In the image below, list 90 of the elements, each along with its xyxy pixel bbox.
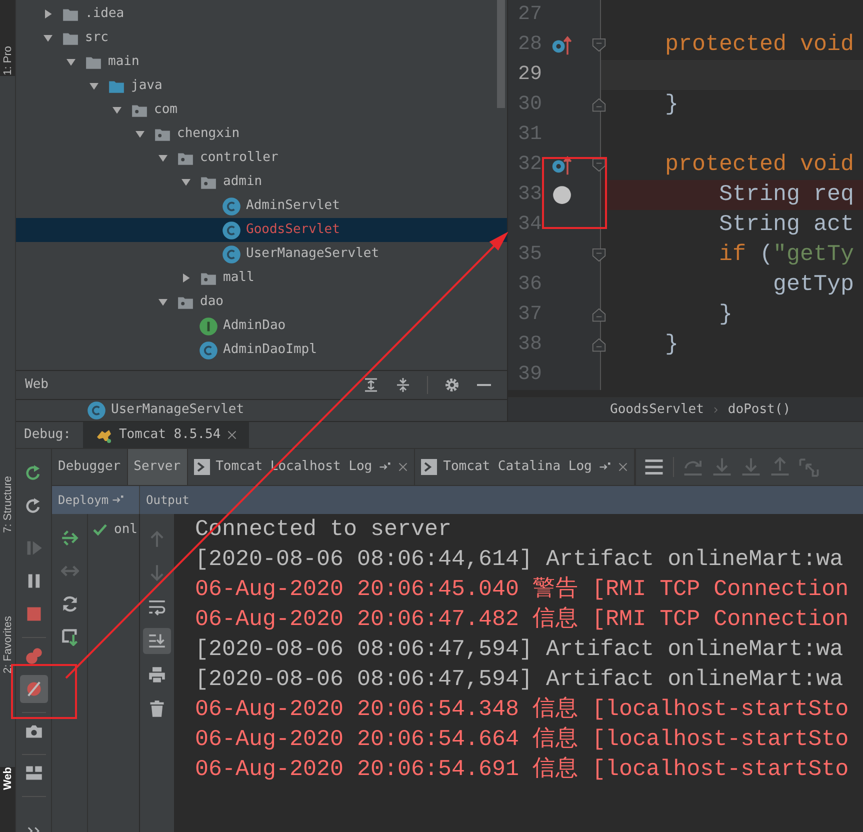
expanded-arrow-icon[interactable] [111, 104, 123, 116]
console-line: 06-Aug-2020 20:06:45.040 警告 [RMI TCP Connection [195, 575, 850, 604]
expanded-arrow-icon[interactable] [134, 128, 146, 140]
tree-item-label[interactable]: .idea [85, 4, 124, 24]
soft-wrap-icon[interactable] [148, 598, 166, 616]
tree-item-label[interactable]: GoodsServlet [246, 220, 340, 240]
panel-title: Web [25, 376, 50, 394]
class-icon [222, 196, 241, 216]
code-line: } [664, 90, 679, 120]
tree-item-label[interactable]: com [154, 100, 178, 120]
breakpoint-icon[interactable] [551, 184, 573, 206]
tree-item-label[interactable]: chengxin [177, 124, 240, 144]
debug-tab[interactable]: Server [128, 449, 188, 485]
refresh-icon[interactable] [60, 595, 78, 613]
tree-item-label[interactable]: src [85, 28, 108, 48]
class-icon [222, 220, 241, 240]
console-line: 06-Aug-2020 20:06:54.664 信息 [localhost-startSto [195, 725, 850, 754]
chevron-icon [712, 404, 720, 414]
scrollbar[interactable] [497, 0, 505, 108]
code-line: getTyp [772, 270, 854, 300]
class-icon [222, 244, 241, 264]
interface-icon [199, 316, 218, 336]
layout-icon[interactable] [24, 764, 42, 782]
sub-tab[interactable]: Output [140, 486, 196, 514]
expanded-arrow-icon[interactable] [157, 296, 169, 308]
panel-title: Debug: [23, 426, 72, 444]
collapsed-arrow-icon[interactable] [42, 8, 54, 20]
code-line: } [664, 330, 679, 360]
collapse-all-icon[interactable] [395, 377, 411, 393]
tree-item-label[interactable]: java [131, 76, 162, 96]
tree-item-label[interactable]: AdminDaoImpl [223, 340, 317, 360]
breadcrumb[interactable]: GoodsServlet [610, 400, 704, 420]
scroll-to-end-icon[interactable] [148, 632, 166, 650]
expanded-arrow-icon[interactable] [180, 176, 192, 188]
console-line: 06-Aug-2020 20:06:54.691 信息 [localhost-startSto [195, 755, 850, 784]
tree-item-label[interactable]: dao [200, 292, 224, 312]
tree-item-label[interactable]: UserManageServlet [246, 244, 380, 264]
selected-tree-row[interactable]: GoodsServlet [16, 218, 507, 242]
rerun-icon[interactable] [24, 464, 42, 482]
code-line: } [718, 300, 733, 330]
restart-icon[interactable] [24, 497, 42, 515]
console-line: [2020-08-06 08:06:47,594] Artifact onlineMart:wa [195, 665, 844, 694]
close-icon[interactable] [398, 462, 408, 472]
class-icon [199, 340, 218, 360]
annotation-box [542, 157, 607, 229]
console-line: 06-Aug-2020 20:06:54.348 信息 [localhost-startSto [195, 695, 850, 724]
muted-breakpoint-icon[interactable] [24, 680, 42, 698]
breadcrumb[interactable]: doPost() [728, 400, 791, 420]
collapsed-arrow-icon[interactable] [180, 272, 192, 284]
settings-icon[interactable] [444, 377, 460, 393]
tree-item-label[interactable]: UserManageServlet [111, 400, 244, 420]
console-line: [2020-08-06 08:06:44,614] Artifact onlineMart:wa [195, 545, 844, 574]
console-icon [194, 459, 210, 475]
expanded-arrow-icon[interactable] [88, 80, 100, 92]
print-icon[interactable] [148, 666, 166, 684]
console-icon [421, 459, 438, 475]
tool-window-tab[interactable]: 7: Structure [0, 476, 14, 533]
cat-icon [94, 427, 113, 443]
tree-item-label[interactable]: controller [200, 148, 278, 168]
code-line: if ("getTy [718, 240, 854, 270]
override-icon [551, 154, 573, 176]
expanded-arrow-icon[interactable] [157, 152, 169, 164]
deploy-down-icon[interactable] [60, 628, 78, 646]
deployment-label[interactable]: onl [114, 520, 138, 540]
console-line: [2020-08-06 08:06:47,594] Artifact onlineMart:wa [195, 635, 844, 664]
tree-item-label[interactable]: AdminServlet [246, 196, 340, 216]
deploy-icon[interactable] [60, 529, 78, 547]
tool-window-tab[interactable]: 2: Favorites [0, 616, 14, 673]
code-line: String act [718, 210, 854, 240]
close-icon[interactable] [226, 430, 237, 440]
sub-tab[interactable]: Deploym [52, 486, 140, 514]
close-icon[interactable] [618, 462, 628, 472]
class-icon [87, 400, 106, 420]
code-line: protected void [664, 30, 854, 60]
annotation-box [11, 664, 77, 719]
tree-item-label[interactable]: main [108, 52, 140, 72]
breakpoints-icon[interactable] [24, 647, 42, 665]
console-line: 06-Aug-2020 20:06:47.482 信息 [RMI TCP Connection [195, 605, 850, 634]
expand-all-icon[interactable] [363, 377, 379, 393]
expanded-arrow-icon[interactable] [42, 32, 54, 44]
trash-icon[interactable] [148, 700, 166, 718]
tree-item-label[interactable]: admin [223, 172, 262, 192]
override-icon [551, 34, 573, 56]
code-line: protected void [664, 150, 854, 180]
session-tab[interactable]: Tomcat 8.5.54 [82, 422, 249, 448]
menu-icon[interactable] [644, 457, 664, 477]
stop-icon[interactable] [24, 605, 42, 623]
tree-item-label[interactable]: AdminDao [223, 316, 286, 336]
expanded-arrow-icon[interactable] [65, 56, 77, 68]
tree-item-label[interactable]: mall [223, 268, 254, 288]
